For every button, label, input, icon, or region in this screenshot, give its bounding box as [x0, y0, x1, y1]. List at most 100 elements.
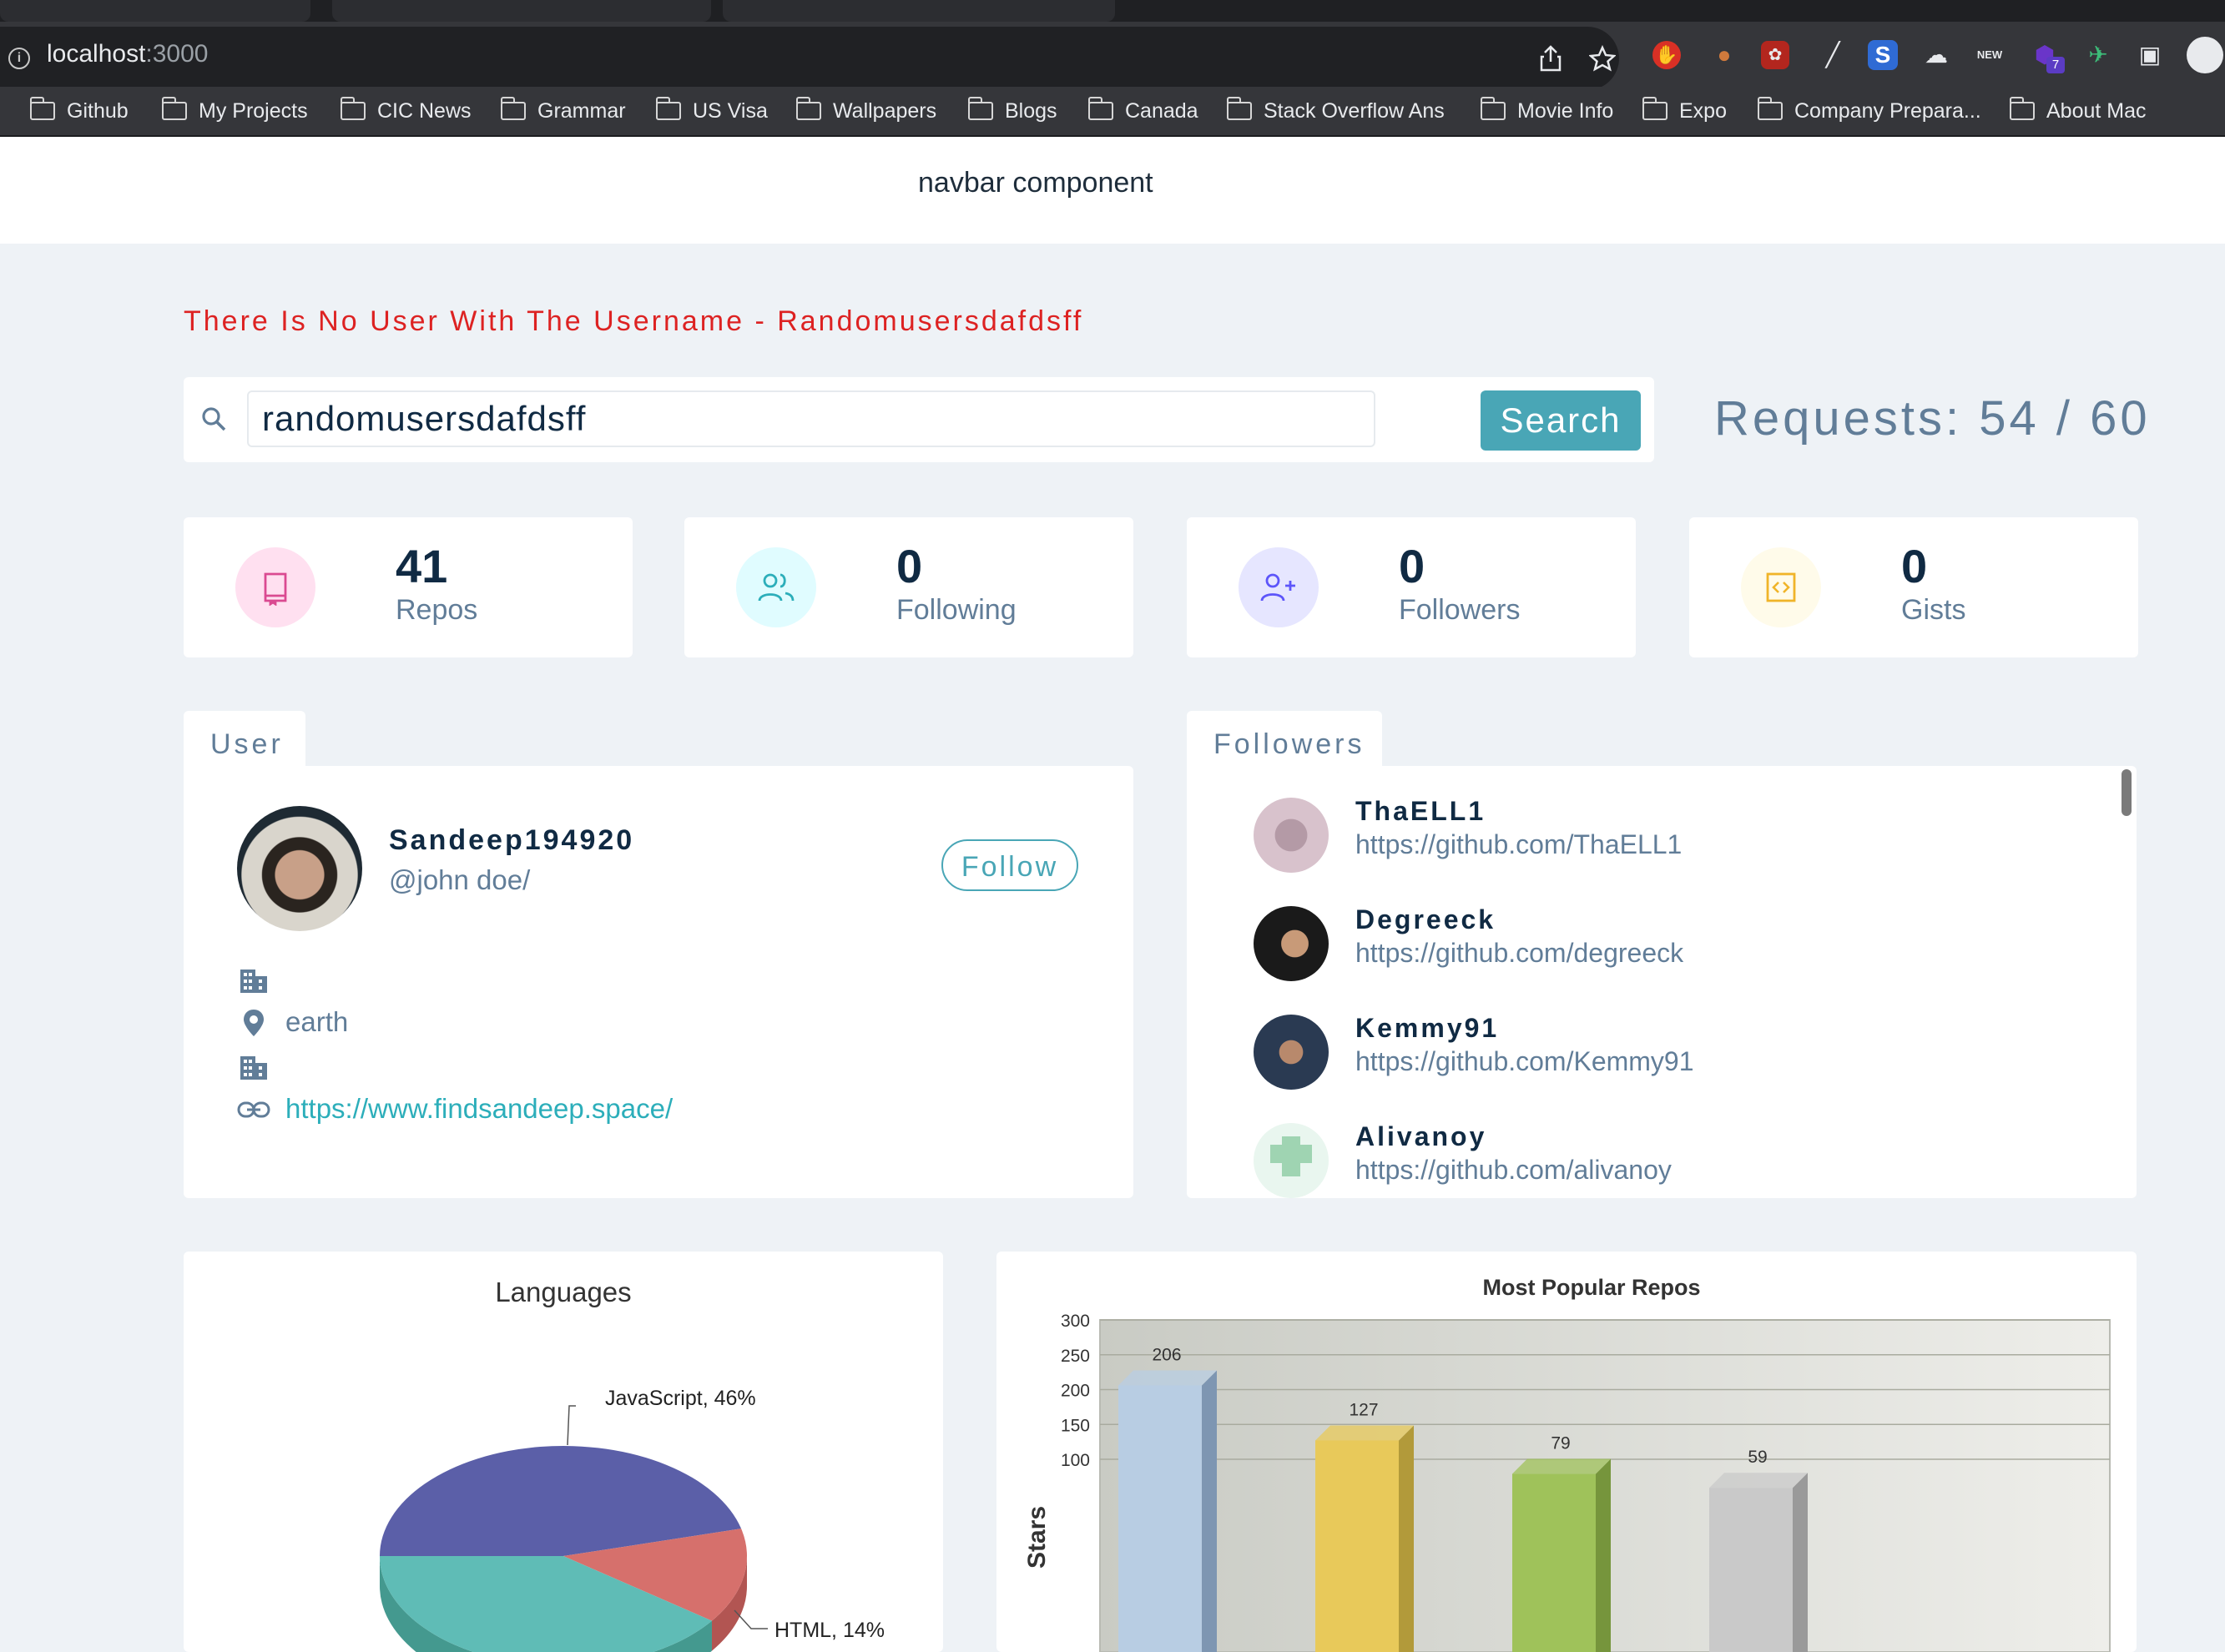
folder-icon	[500, 97, 526, 120]
followers-scrollbar[interactable]	[2122, 769, 2132, 816]
bar-side	[1399, 1425, 1414, 1652]
bookmark-item[interactable]: Stack Overflow Ans	[1226, 95, 1445, 127]
stat-card-followers: 0 Followers	[1187, 517, 1636, 657]
bookmark-item[interactable]: Canada	[1087, 95, 1198, 127]
languages-chart-card: Languages JavaScript, 46% HTML, 14%	[184, 1252, 943, 1652]
bookmark-label: My Projects	[199, 98, 308, 123]
follower-avatar	[1254, 1123, 1329, 1198]
url-port: :3000	[145, 40, 209, 68]
bookmark-item[interactable]: US Visa	[655, 95, 768, 127]
bar-top	[1315, 1425, 1414, 1441]
bar-top	[1118, 1370, 1217, 1386]
building-icon	[240, 970, 267, 993]
bookmark-label: Canada	[1125, 98, 1198, 123]
bar-side	[1793, 1473, 1808, 1652]
follower-name: ThaELL1	[1355, 796, 1486, 826]
bookmark-item[interactable]: Company Prepara...	[1757, 95, 1981, 127]
folder-icon	[1642, 97, 1667, 120]
follower-name: Degreeck	[1355, 904, 1496, 934]
bookmark-label: US Visa	[693, 98, 768, 123]
adblock-extension-icon[interactable]: ✋	[1652, 41, 1681, 69]
bookmark-label: Github	[67, 98, 129, 123]
folder-icon	[1480, 97, 1506, 120]
bookmark-item[interactable]: Github	[29, 95, 129, 127]
cloud-extension-icon[interactable]: ☁	[1920, 38, 1953, 72]
stat-value: 0	[896, 540, 923, 592]
pen-extension-icon[interactable]: ╱	[1816, 38, 1849, 72]
folder-icon	[795, 97, 821, 120]
pie-leader-javascript	[567, 1405, 576, 1446]
followers-card: ThaELL1 https://github.com/ThaELL1 Degre…	[1187, 766, 2137, 1198]
url-host: localhost	[47, 40, 146, 68]
site-info-icon[interactable]: i	[8, 48, 30, 69]
bookmark-item[interactable]: Blogs	[967, 95, 1057, 127]
reader-extension-icon[interactable]: ▣	[2133, 38, 2167, 72]
y-tick-label: 250	[1061, 1347, 1090, 1366]
pie-label-html: HTML, 14%	[774, 1619, 885, 1642]
url-text: localhost:3000	[47, 40, 208, 68]
stat-value: 0	[1399, 540, 1425, 592]
follower-avatar	[1254, 798, 1329, 873]
follower-avatar	[1254, 906, 1329, 981]
follower-url[interactable]: https://github.com/Kemmy91	[1355, 1046, 1694, 1077]
bookmark-item[interactable]: CIC News	[340, 95, 472, 127]
browser-tab[interactable]	[0, 0, 310, 22]
bar-side	[1596, 1458, 1611, 1652]
bookmark-item[interactable]: Wallpapers	[795, 95, 937, 127]
address-bar[interactable]: i localhost:3000	[0, 27, 1619, 90]
folder-icon	[655, 97, 681, 120]
requests-counter: Requests: 54 / 60	[1714, 391, 2151, 446]
bar-value-label: 127	[1349, 1400, 1378, 1419]
bookmark-item[interactable]: Movie Info	[1480, 95, 1614, 127]
shield-extension-icon[interactable]: ⬢ 7	[2028, 38, 2065, 73]
bookmark-star-icon[interactable]	[1589, 45, 1616, 72]
stat-card-repos: 41 Repos	[184, 517, 633, 657]
pie-label-javascript: JavaScript, 46%	[605, 1387, 756, 1410]
browser-tab[interactable]	[723, 0, 1115, 22]
search-button[interactable]: Search	[1481, 390, 1641, 451]
stat-label: Followers	[1399, 594, 1521, 626]
y-tick-label: 300	[1061, 1312, 1090, 1331]
s-extension-icon[interactable]: S	[1868, 40, 1898, 70]
bookmark-label: Grammar	[537, 98, 626, 123]
follower-url[interactable]: https://github.com/degreeck	[1355, 938, 1683, 969]
follower-url[interactable]: https://github.com/alivanoy	[1355, 1155, 1672, 1186]
folder-icon	[1757, 97, 1783, 120]
stat-card-gists: 0 Gists	[1689, 517, 2138, 657]
languages-pie-svg	[380, 1405, 768, 1652]
new-extension-icon[interactable]: NEW	[1973, 38, 2006, 72]
follower-url[interactable]: https://github.com/ThaELL1	[1355, 829, 1682, 860]
browser-tab-strip	[0, 0, 2225, 22]
browser-tab[interactable]	[332, 0, 711, 22]
stat-value: 0	[1901, 540, 1928, 592]
bookmark-label: Wallpapers	[833, 98, 937, 123]
bird-extension-icon[interactable]: ✈	[2081, 38, 2115, 72]
search-input[interactable]	[247, 390, 1375, 447]
user-name: Sandeep194920	[389, 824, 635, 856]
bar-top	[1512, 1458, 1611, 1474]
bar-side	[1202, 1370, 1217, 1652]
bookmark-label: Blogs	[1005, 98, 1057, 123]
folder-icon	[340, 97, 366, 120]
user-blog-link[interactable]: https://www.findsandeep.space/	[285, 1093, 673, 1125]
search-icon	[202, 407, 226, 431]
repos-chart-card: Most Popular Repos Stars 300 250 200 150 100…	[996, 1252, 2137, 1652]
bookmark-item[interactable]: My Projects	[161, 95, 308, 127]
bookmark-item[interactable]: About Mac	[2009, 95, 2147, 127]
building-icon	[240, 1056, 267, 1080]
bug-extension-icon[interactable]: ✿	[1761, 41, 1789, 69]
bookmark-item[interactable]: Expo	[1642, 95, 1727, 127]
follow-button[interactable]: Follow	[941, 839, 1078, 891]
cookie-extension-icon[interactable]: ●	[1708, 38, 1741, 72]
location-pin-icon	[244, 1010, 264, 1036]
folder-icon	[1226, 97, 1252, 120]
share-icon[interactable]	[1539, 45, 1562, 72]
stat-value: 41	[396, 540, 448, 592]
bookmark-item[interactable]: Grammar	[500, 95, 626, 127]
bar-value-label: 59	[1748, 1448, 1767, 1467]
bar	[1315, 1440, 1399, 1652]
new-badge: NEW	[1976, 48, 2003, 61]
error-message: There Is No User With The Username - Ran…	[184, 305, 1084, 337]
profile-avatar[interactable]	[2187, 37, 2223, 73]
bookmark-label: Movie Info	[1517, 98, 1614, 123]
